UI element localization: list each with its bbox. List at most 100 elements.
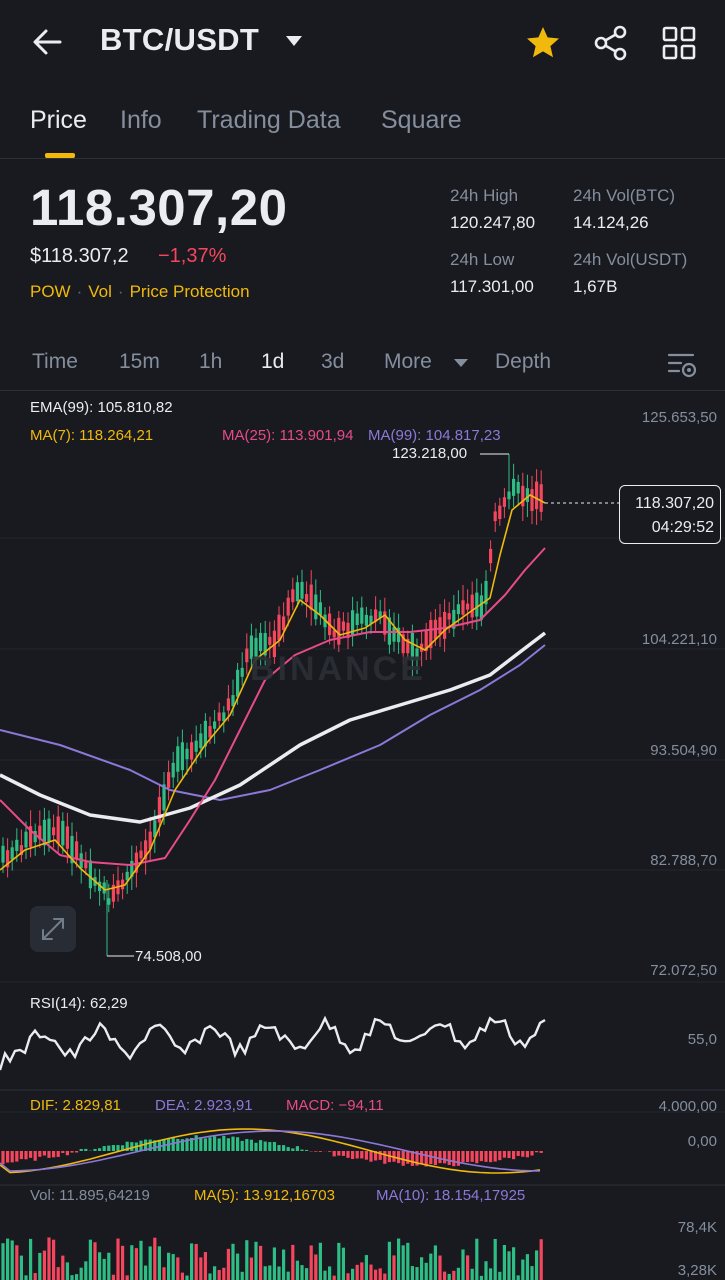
timeframe-more[interactable]: More xyxy=(384,350,432,374)
candle xyxy=(107,898,111,905)
candle xyxy=(52,827,56,836)
volume-bar xyxy=(429,1253,433,1280)
volume-bar xyxy=(502,1245,506,1280)
volume-bar xyxy=(47,1237,51,1280)
macd-bar xyxy=(254,1142,258,1151)
macd-bar xyxy=(107,1145,111,1151)
volume-bar xyxy=(484,1261,488,1280)
vol-btc-label: 24h Vol(BTC) xyxy=(573,186,676,205)
ma7-legend: MA(7): 118.264,21 xyxy=(30,427,154,444)
macd-bar xyxy=(203,1138,207,1151)
volume-bar xyxy=(98,1252,102,1280)
volume-bar xyxy=(6,1238,10,1280)
macd-bar xyxy=(208,1137,212,1151)
current-price-tag[interactable]: 118.307,20 04:29:52 xyxy=(619,485,721,544)
volume-bar xyxy=(300,1265,304,1280)
volume-bar xyxy=(259,1245,263,1280)
share-icon[interactable] xyxy=(592,24,630,62)
timeframe-1d[interactable]: 1d xyxy=(261,350,284,374)
asset-tags: POW · Vol · Price Protection xyxy=(30,282,250,301)
tag-price-protection[interactable]: Price Protection xyxy=(130,282,250,301)
back-arrow-icon[interactable] xyxy=(30,26,66,58)
current-price-value: 118.307,20 xyxy=(635,495,714,512)
vol-usdt-label: 24h Vol(USDT) xyxy=(573,250,688,269)
candle xyxy=(180,742,184,771)
candle xyxy=(84,862,88,869)
volume-bar xyxy=(208,1273,212,1280)
candle xyxy=(525,488,529,503)
timeframe-1h[interactable]: 1h xyxy=(199,350,222,374)
candle xyxy=(314,594,318,620)
volume-bar xyxy=(383,1273,387,1280)
macd-bar xyxy=(29,1151,33,1158)
tab-trading-data[interactable]: Trading Data xyxy=(197,106,341,135)
dropdown-caret-icon[interactable] xyxy=(286,36,302,46)
timeframe-bar: Time 15m 1h 1d 3d More Depth xyxy=(0,350,725,380)
volume-bar xyxy=(240,1271,244,1280)
volume-bar xyxy=(24,1275,28,1280)
macd-bar xyxy=(61,1151,65,1154)
candle xyxy=(139,850,143,859)
macd-dif-legend: DIF: 2.829,81 xyxy=(30,1097,121,1114)
macd-bar xyxy=(314,1151,318,1152)
volume-bar xyxy=(144,1265,148,1280)
candle xyxy=(318,602,322,616)
volume-bar xyxy=(346,1273,350,1280)
low-value: 117.301,00 xyxy=(450,277,534,296)
volume-bar xyxy=(1,1243,5,1280)
candle xyxy=(539,484,543,512)
candle xyxy=(337,617,341,645)
tag-vol[interactable]: Vol xyxy=(88,282,112,301)
chevron-down-icon[interactable] xyxy=(454,359,468,367)
low-marker-label: 74.508,00 xyxy=(135,948,202,965)
grid-icon[interactable] xyxy=(660,24,698,62)
candle xyxy=(1,845,5,863)
timeframe-time[interactable]: Time xyxy=(32,350,78,374)
price-axis-label: 72.072,50 xyxy=(650,962,717,979)
volume-bar xyxy=(254,1241,258,1280)
candle xyxy=(360,607,364,624)
volume-bar xyxy=(337,1242,341,1280)
volume-bar xyxy=(498,1271,502,1280)
volume-axis-top: 78,4K xyxy=(677,1219,717,1236)
volume-bar xyxy=(10,1240,14,1280)
macd-bar xyxy=(15,1151,19,1162)
expand-chart-button[interactable] xyxy=(30,906,76,952)
candle xyxy=(61,820,65,846)
macd-bar xyxy=(217,1138,221,1151)
candle xyxy=(226,698,230,711)
volume-bar xyxy=(116,1238,120,1280)
macd-bar xyxy=(33,1151,37,1161)
star-icon[interactable] xyxy=(524,24,562,62)
volume-bar xyxy=(236,1253,240,1280)
tab-square[interactable]: Square xyxy=(381,106,462,135)
candle xyxy=(15,839,19,851)
macd-bar xyxy=(447,1151,451,1165)
vol-btc-value: 14.124,26 xyxy=(573,213,649,232)
volume-bar xyxy=(203,1252,207,1280)
volume-bar xyxy=(125,1275,129,1280)
macd-bar xyxy=(245,1139,249,1151)
volume-bar xyxy=(268,1265,272,1280)
macd-bar xyxy=(318,1151,322,1152)
candle xyxy=(364,614,368,626)
candle xyxy=(493,511,497,522)
macd-bar xyxy=(65,1151,69,1156)
volume-bar xyxy=(328,1266,332,1280)
tab-price[interactable]: Price xyxy=(30,106,87,135)
candle xyxy=(456,604,460,615)
rsi-legend: RSI(14): 62,29 xyxy=(30,995,128,1012)
tab-info[interactable]: Info xyxy=(120,106,162,135)
volume-bar xyxy=(162,1267,166,1280)
tag-pow[interactable]: POW xyxy=(30,282,71,301)
timeframe-15m[interactable]: 15m xyxy=(119,350,160,374)
timeframe-depth[interactable]: Depth xyxy=(495,350,551,374)
trading-pair-title[interactable]: BTC/USDT xyxy=(100,22,259,58)
timeframe-3d[interactable]: 3d xyxy=(321,350,344,374)
candle xyxy=(295,582,299,602)
macd-bar xyxy=(231,1136,235,1151)
chart-settings-icon[interactable] xyxy=(667,350,699,380)
candlestick-chart[interactable] xyxy=(0,390,725,1280)
volume-bar xyxy=(295,1260,299,1280)
binance-watermark: BINANCE xyxy=(250,650,426,688)
